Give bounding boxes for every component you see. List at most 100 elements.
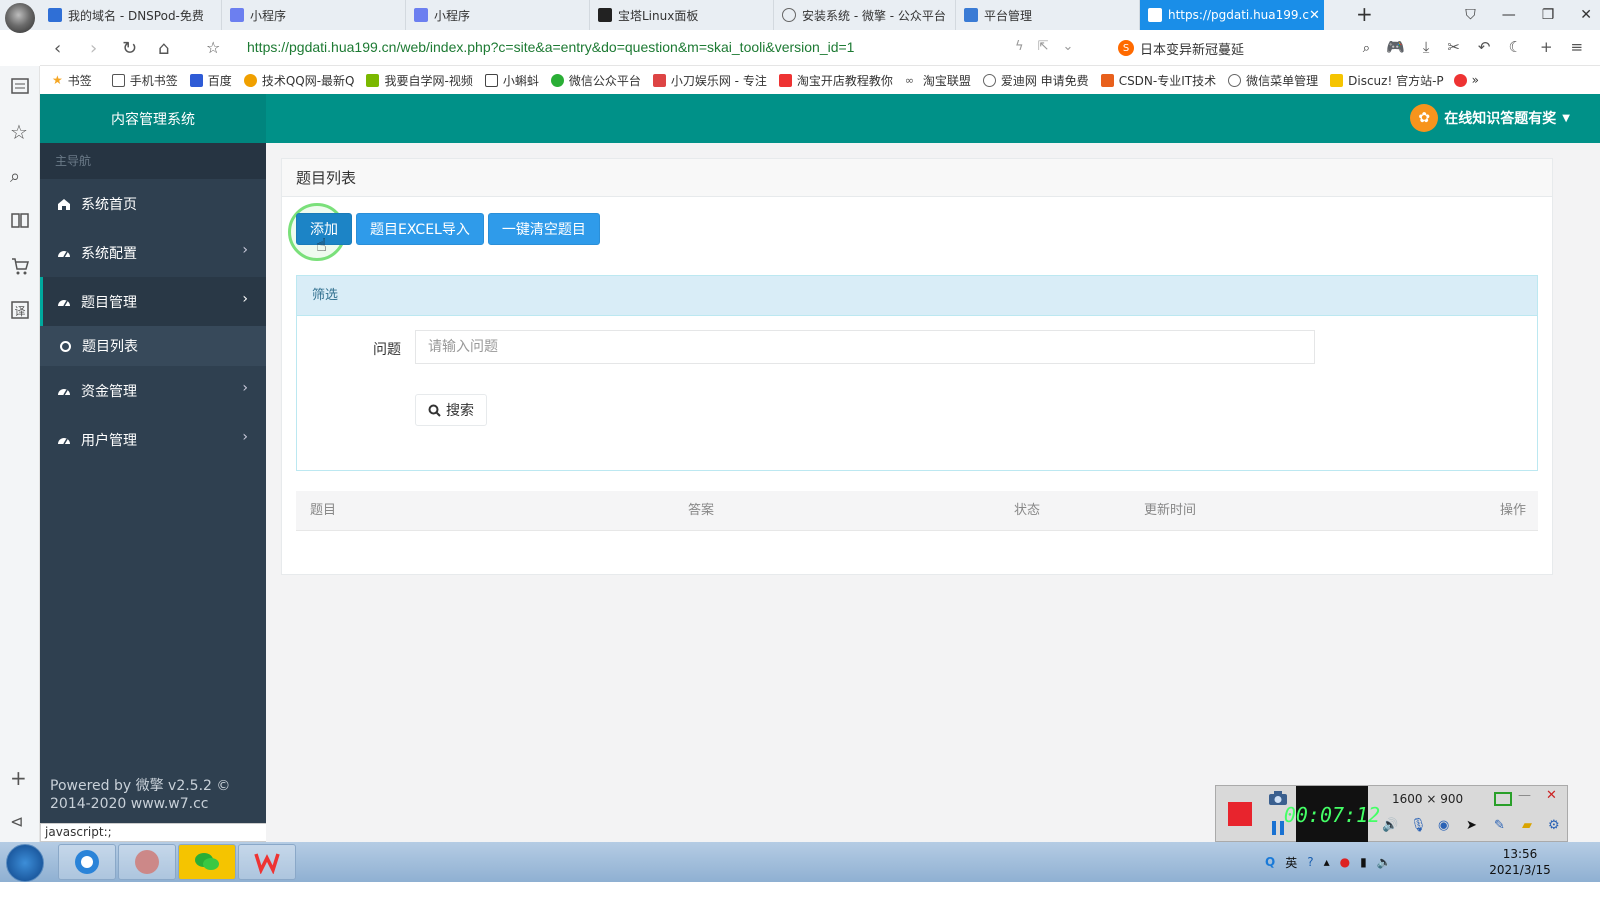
favorites-icon[interactable]: ☆ [10, 120, 30, 144]
sidebar-item-funds[interactable]: 资金管理 › [40, 366, 266, 415]
browser-tab-platform[interactable]: 平台管理 [956, 0, 1140, 30]
bookmark-item[interactable]: 小刀娱乐网 - 专注 [652, 72, 767, 89]
book-icon[interactable] [10, 210, 30, 230]
back-icon[interactable]: ‹ [54, 38, 61, 59]
new-tab-button[interactable]: + [1356, 4, 1373, 24]
url-field[interactable]: https://pgdati.hua199.cn/web/index.php?c… [247, 39, 854, 55]
bookmark-item[interactable]: 手机书签 [111, 72, 178, 89]
taskbar-app-avatar[interactable] [118, 844, 176, 880]
footer-link[interactable]: 2014-2020 www.w7.cc [50, 795, 230, 813]
forward-icon[interactable]: › [90, 38, 97, 59]
sidebar-item-question-list[interactable]: 题目列表 [40, 326, 266, 366]
record-stop-button[interactable] [1228, 802, 1252, 826]
sidebar-item-users[interactable]: 用户管理 › [40, 415, 266, 464]
chevron-right-icon: » [1471, 73, 1479, 87]
search-button[interactable]: 搜索 [415, 394, 487, 426]
browser-profile-avatar[interactable] [5, 3, 35, 33]
bookmark-star-icon[interactable]: ☆ [206, 38, 220, 57]
dropdown-icon[interactable]: ⌄ [1062, 39, 1073, 54]
pin-icon[interactable]: ⛉ [1465, 7, 1476, 23]
taskbar-wps[interactable] [238, 844, 296, 880]
translate-icon[interactable]: 译 [10, 300, 30, 320]
menu-icon[interactable]: ≡ [1571, 38, 1584, 56]
browser-tab-install-system[interactable]: 安装系统 - 微擎 - 公众平台 [774, 0, 956, 30]
bookmark-item[interactable]: 小蝌蚪 [484, 72, 539, 89]
taskbar-wechat[interactable] [178, 844, 236, 880]
user-menu[interactable]: ✿ 在线知识答题有奖 ▼ [1410, 104, 1570, 132]
area-select-icon[interactable] [1494, 792, 1512, 810]
cart-icon[interactable] [10, 256, 30, 276]
search-icon[interactable]: ⌕ [1363, 41, 1370, 56]
user-name: 在线知识答题有奖 [1444, 111, 1557, 127]
bookmark-item[interactable]: 微信菜单管理 [1228, 72, 1318, 89]
clear-questions-button[interactable]: 一键清空题目 [487, 213, 600, 245]
more-bookmarks[interactable]: » [1453, 73, 1479, 87]
bookmark-item[interactable]: CSDN-专业IT技术 [1100, 72, 1216, 89]
brand-title[interactable]: 内容管理系统 [40, 94, 266, 143]
browser-tab-dnspod[interactable]: 我的域名 - DNSPod-免费 [40, 0, 222, 30]
bookmark-item[interactable]: 微信公众平台 [550, 72, 641, 89]
microphone-icon[interactable]: 🎙 [1410, 818, 1428, 836]
home-icon[interactable]: ⌂ [158, 38, 169, 59]
bookmark-item[interactable]: 技术QQ网-最新Q [243, 72, 354, 89]
question-search-input[interactable] [415, 330, 1315, 364]
bookmark-item[interactable]: 我要自学网-视频 [366, 72, 473, 89]
lightning-icon[interactable]: ϟ [1015, 39, 1024, 54]
qq-tray-icon[interactable]: ● [1340, 855, 1350, 869]
webcam-icon[interactable]: ◉ [1438, 818, 1456, 836]
speaker-icon[interactable]: 🔊 [1382, 818, 1400, 836]
minimize-icon[interactable]: — [1502, 7, 1516, 23]
cursor-icon[interactable]: ➤ [1466, 818, 1484, 836]
sidebar-item-system-config[interactable]: 系统配置 › [40, 228, 266, 277]
help-icon[interactable]: ? [1307, 855, 1313, 869]
search-engine-box[interactable]: S 日本变异新冠蔓延 ⌕ [1118, 38, 1370, 58]
bookmark-item[interactable]: ∞ 淘宝联盟 [905, 72, 971, 89]
add-icon[interactable]: + [1540, 38, 1553, 56]
qq-input-icon[interactable]: Q [1265, 855, 1275, 869]
bookmark-item[interactable]: 淘宝开店教程教你 [778, 72, 893, 89]
bookmark-item[interactable]: Discuz! 官方站-P [1330, 72, 1444, 89]
collapse-sidebar-icon[interactable]: ⊲ [10, 812, 30, 832]
share-icon[interactable]: ⇱ [1038, 39, 1049, 54]
sidebar-item-label: 系统配置 [81, 245, 137, 262]
taskbar-clock[interactable]: 13:56 2021/3/15 [1480, 846, 1560, 878]
search-icon[interactable]: ⌕ [10, 166, 30, 187]
sidebar-item-question-management[interactable]: 题目管理 › [40, 277, 266, 326]
minimize-icon[interactable]: — [1518, 788, 1536, 806]
scissors-icon[interactable]: ✂ [1447, 38, 1460, 56]
download-icon[interactable]: ⤓ [1423, 38, 1430, 56]
undo-icon[interactable]: ↶ [1478, 38, 1491, 56]
restore-icon[interactable]: ❐ [1542, 7, 1555, 23]
game-icon[interactable]: 🎮 [1386, 38, 1405, 56]
ime-indicator[interactable]: 英 [1285, 854, 1297, 871]
bookmark-item[interactable]: 百度 [189, 72, 232, 89]
close-window-icon[interactable]: ✕ [1580, 7, 1592, 23]
pen-icon[interactable]: ✎ [1494, 818, 1512, 836]
add-panel-icon[interactable]: + [10, 766, 30, 790]
reload-icon[interactable]: ↻ [122, 38, 137, 59]
hand-cursor-icon: ☝ [316, 235, 327, 256]
close-tab-icon[interactable]: ✕ [1309, 8, 1320, 23]
bookmark-item[interactable]: 爱迪网 申请免费 [982, 72, 1089, 89]
bookmark-item[interactable]: ★ 书签 [52, 72, 92, 89]
night-mode-icon[interactable]: ☾ [1508, 38, 1521, 56]
excel-import-button[interactable]: 题目EXCEL导入 [356, 213, 484, 245]
browser-tab-miniprogram-1[interactable]: 小程序 [222, 0, 406, 30]
start-button[interactable] [6, 844, 44, 882]
star-icon: ★ [52, 73, 63, 87]
volume-icon[interactable]: 🔈 [1377, 855, 1392, 869]
network-icon[interactable]: ▮ [1360, 855, 1367, 869]
settings-gear-icon[interactable]: ⚙ [1548, 818, 1566, 836]
close-icon[interactable]: ✕ [1546, 788, 1564, 806]
taskbar-browser[interactable] [58, 844, 116, 880]
browser-tab-miniprogram-2[interactable]: 小程序 [406, 0, 590, 30]
browser-tab-active[interactable]: https://pgdati.hua199.c ✕ [1140, 0, 1324, 30]
tray-expand-icon[interactable]: ▴ [1324, 855, 1330, 869]
sidebar-item-home[interactable]: 系统首页 [40, 179, 266, 228]
footer-copyright: Powered by 微擎 v2.5.2 © [50, 778, 231, 794]
reader-icon[interactable] [10, 76, 30, 96]
browser-tab-baota[interactable]: 宝塔Linux面板 [590, 0, 774, 30]
sidebar-item-label: 系统首页 [81, 196, 137, 213]
search-icon [428, 404, 441, 417]
folder-icon[interactable]: ▰ [1522, 818, 1540, 836]
